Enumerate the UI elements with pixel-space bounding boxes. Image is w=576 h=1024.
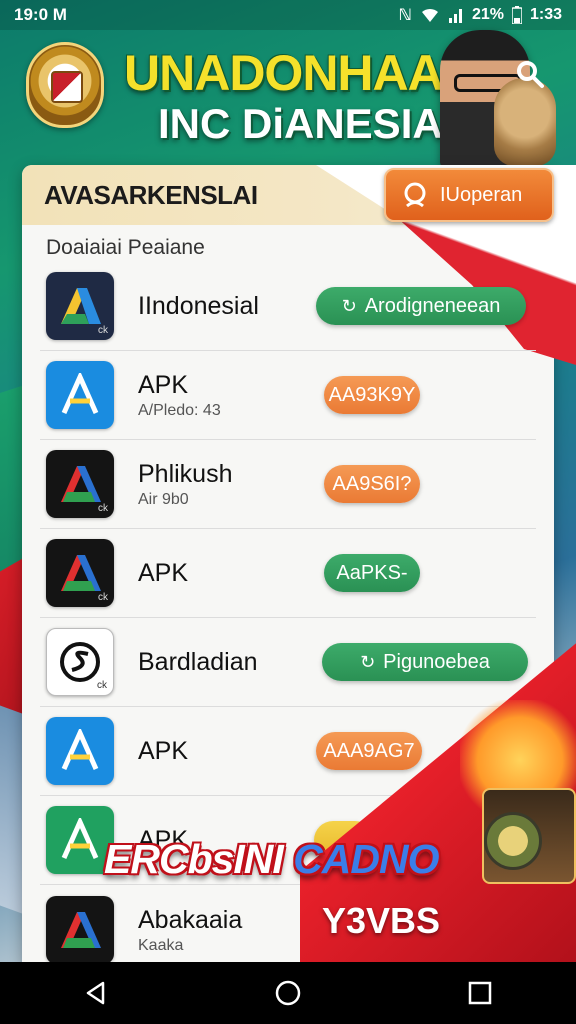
app-icon[interactable]: ck xyxy=(46,450,114,518)
app-action-button[interactable]: AaPKS- xyxy=(324,554,420,592)
recents-button[interactable] xyxy=(450,968,510,1018)
app-action-label: Pigunoebea xyxy=(383,650,490,673)
search-icon xyxy=(517,61,544,88)
refresh-icon: ↻ xyxy=(360,651,376,672)
app-action-label: AAA9AG7 xyxy=(323,739,415,762)
list-item[interactable]: ck APK AaPKS- xyxy=(40,529,536,618)
home-icon xyxy=(275,980,301,1006)
app-action-button[interactable]: ↻ Arodigneneean xyxy=(316,287,526,325)
app-action-button[interactable]: AA93K9Y xyxy=(324,376,420,414)
app-subtitle: INC DiANESIA xyxy=(158,100,443,147)
status-icons: ℕ 21% 1:33 xyxy=(399,5,562,25)
update-button[interactable]: IUoperan xyxy=(384,168,554,222)
promo-title-part1: ERCbsINI xyxy=(104,836,294,882)
list-item[interactable]: ck IIndonesial ↻ Arodigneneean xyxy=(40,262,536,351)
back-button[interactable] xyxy=(66,968,126,1018)
app-icon-mark: ck xyxy=(98,592,108,603)
status-time: 19:0 M xyxy=(14,5,67,24)
app-action-label: AA9S6I? xyxy=(332,472,412,495)
app-action-label: Arodigneneean xyxy=(364,294,501,317)
navigation-bar xyxy=(0,962,576,1024)
list-item[interactable]: APK A/Pledo: 43 AA93K9Y xyxy=(40,351,536,440)
wifi-icon xyxy=(421,8,438,22)
recents-icon xyxy=(468,981,492,1005)
promo-emblem-avatar xyxy=(484,812,542,870)
card-title: AVASARKENSLAI xyxy=(44,179,258,210)
app-icon[interactable]: ck xyxy=(46,272,114,340)
back-icon xyxy=(86,981,105,1005)
promo-title[interactable]: ERCbsINI CADNO xyxy=(104,836,476,883)
search-button[interactable] xyxy=(510,54,550,94)
signal-icon xyxy=(448,9,462,23)
app-title: UNADONHAAH xyxy=(124,45,479,101)
app-icon[interactable]: ck xyxy=(46,539,114,607)
list-item[interactable]: ck Bardladian ↻ Pigunoebea xyxy=(40,618,536,707)
app-action-button[interactable]: AAA9AG7 xyxy=(316,732,422,770)
app-action-button[interactable]: ↻ Pigunoebea xyxy=(322,643,528,681)
promo-subtitle: Y3VBS xyxy=(322,900,441,941)
app-icon-mark: ck xyxy=(97,680,107,691)
app-icon-mark: ck xyxy=(98,325,108,336)
update-icon xyxy=(404,182,426,208)
app-action-button[interactable]: AA9S6I? xyxy=(324,465,420,503)
app-icon[interactable] xyxy=(46,895,114,964)
refresh-icon: ↻ xyxy=(341,295,357,316)
app-action-label: AA93K9Y xyxy=(328,383,416,406)
app-icon[interactable] xyxy=(46,717,114,785)
garuda-emblem-logo xyxy=(26,42,104,128)
app-icon[interactable] xyxy=(46,361,114,429)
battery-icon xyxy=(511,6,522,24)
status-bar: 19:0 M ℕ 21% 1:33 xyxy=(0,0,576,30)
app-icon[interactable]: ck xyxy=(46,628,114,696)
app-action-label: AaPKS- xyxy=(336,561,408,584)
section-label: Doaiaiai Peaiane xyxy=(46,236,205,259)
nfc-icon: ℕ xyxy=(398,7,412,24)
status-clock: 1:33 xyxy=(529,6,562,23)
promo-title-part2: CADNO xyxy=(293,836,439,882)
home-button[interactable] xyxy=(258,968,318,1018)
update-button-label: IUoperan xyxy=(440,183,523,206)
app-icon-mark: ck xyxy=(98,503,108,514)
list-item[interactable]: ck Phlikush Air 9b0 AA9S6I? xyxy=(40,440,536,529)
battery-percent: 21% xyxy=(471,6,504,23)
